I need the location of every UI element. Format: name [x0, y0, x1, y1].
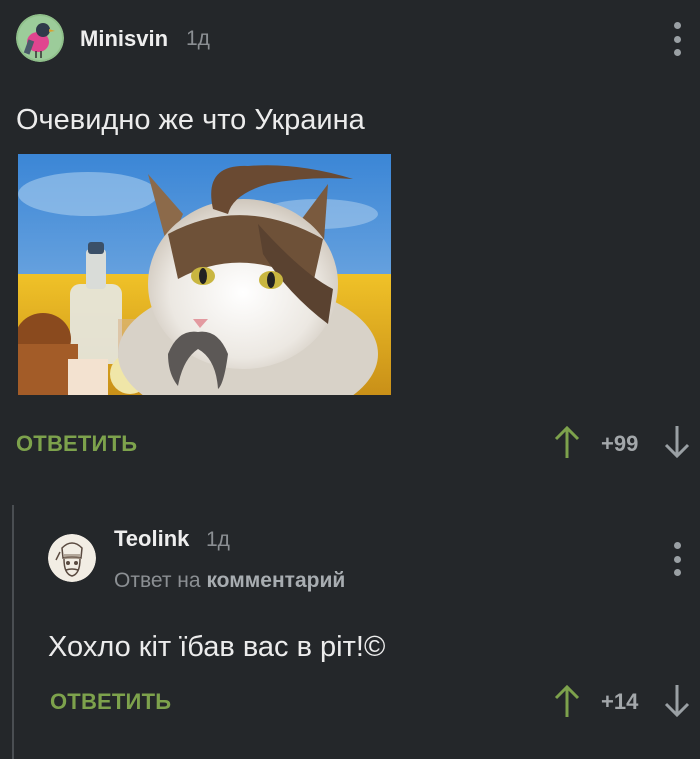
comment-time: 1д: [186, 27, 210, 50]
comment-score: +99: [601, 431, 639, 456]
reply-score: +14: [601, 689, 639, 714]
reply-to-line: Ответ на комментарий: [114, 569, 345, 593]
comment-text: Очевидно же что Украина: [16, 104, 365, 136]
reply-time: 1д: [206, 528, 230, 551]
reply-downvote-icon[interactable]: [662, 683, 692, 719]
comment-image[interactable]: [18, 154, 391, 395]
comment-downvote-icon[interactable]: [662, 424, 692, 460]
comment-author[interactable]: Minisvin: [80, 26, 168, 52]
reply-to-prefix: Ответ на: [114, 569, 201, 592]
avatar-minisvin[interactable]: [16, 14, 64, 62]
comment-reply-button[interactable]: ОТВЕТИТЬ: [16, 431, 137, 457]
thread-line[interactable]: [12, 505, 14, 759]
reply-upvote-icon[interactable]: [552, 683, 582, 719]
comment-upvote-icon[interactable]: [552, 424, 582, 460]
avatar-teolink[interactable]: [48, 534, 96, 582]
reply-text: Хохло кіт їбав вас в ріт!©: [48, 631, 386, 663]
reply-author[interactable]: Teolink: [114, 526, 189, 552]
reply-to-link[interactable]: комментарий: [206, 569, 345, 592]
comment-menu-icon[interactable]: [672, 22, 682, 56]
reply-menu-icon[interactable]: [672, 542, 682, 576]
reply-reply-button[interactable]: ОТВЕТИТЬ: [50, 689, 171, 715]
